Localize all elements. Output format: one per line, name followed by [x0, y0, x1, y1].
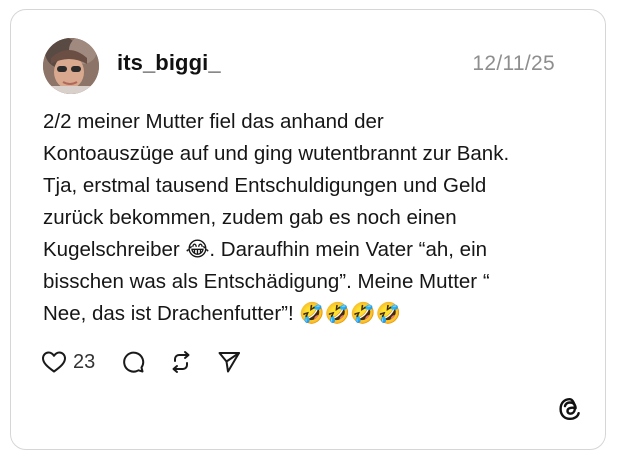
- threads-logo-icon[interactable]: [557, 396, 583, 422]
- repost-icon: [169, 350, 193, 374]
- username[interactable]: its_biggi_: [117, 50, 221, 76]
- like-count: 23: [73, 350, 96, 373]
- post-card: its_biggi_ 12/11/25 2/2 meiner Mutter fi…: [10, 9, 606, 450]
- comment-button[interactable]: [121, 350, 145, 374]
- avatar[interactable]: [43, 38, 99, 94]
- send-icon: [217, 350, 241, 374]
- comment-bubble-icon: [121, 350, 145, 374]
- heart-icon: [41, 350, 67, 374]
- repost-button[interactable]: [169, 350, 193, 374]
- like-button[interactable]: 23: [41, 350, 95, 374]
- post-text: 2/2 meiner Mutter fiel das anhand der Ko…: [43, 110, 510, 325]
- post-date: 12/11/25: [472, 52, 555, 75]
- action-bar: 23: [41, 346, 241, 378]
- share-button[interactable]: [217, 350, 241, 374]
